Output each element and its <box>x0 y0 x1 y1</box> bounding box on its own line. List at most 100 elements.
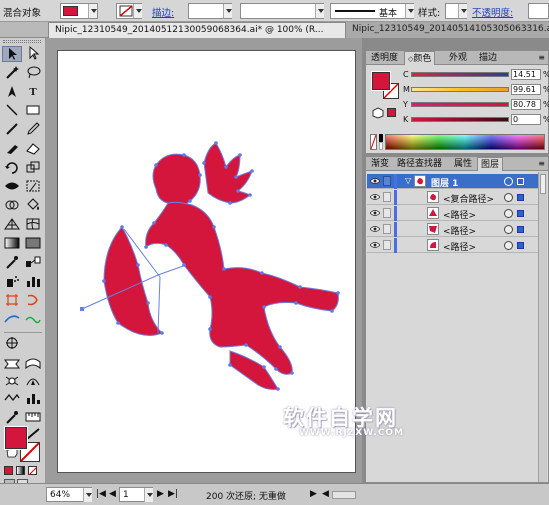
panel-menu-icon[interactable]: ≡ <box>538 159 545 168</box>
warp-tool[interactable] <box>23 357 43 373</box>
zoom-field[interactable]: 64% <box>46 487 92 502</box>
target-icon[interactable] <box>504 193 513 202</box>
eyedropper-tool[interactable] <box>2 255 22 271</box>
tab-gradient[interactable]: 渐变 <box>368 157 392 171</box>
free-transform-tool[interactable] <box>23 179 43 195</box>
tab-stroke[interactable]: 描边 <box>476 51 500 65</box>
perspective-grid-tool[interactable] <box>2 217 22 233</box>
last-artboard-button[interactable]: ▶| <box>168 489 178 499</box>
blend-tool[interactable] <box>23 255 43 271</box>
stroke-weight-field[interactable] <box>188 3 232 19</box>
gradient-button[interactable] <box>16 466 25 475</box>
selection-indicator[interactable] <box>517 178 524 185</box>
slider-m-track[interactable] <box>411 87 509 92</box>
selection-indicator[interactable] <box>517 194 524 201</box>
sublayer-row[interactable]: <路径> <box>367 238 547 253</box>
pencil-tool[interactable] <box>23 122 43 138</box>
lock-toggle[interactable] <box>383 240 391 250</box>
slider-y-value[interactable]: 80.78 <box>511 99 541 110</box>
color-button[interactable] <box>4 466 13 475</box>
rotate-tool[interactable] <box>2 160 22 176</box>
tab-layers[interactable]: 图层 <box>477 157 504 171</box>
fill-swatch[interactable] <box>4 426 28 450</box>
slider-m-value[interactable]: 99.61 <box>511 84 541 95</box>
tab-appearance[interactable]: 外观 <box>446 51 470 65</box>
color-spectrum[interactable] <box>385 134 545 150</box>
crosshair-tool[interactable] <box>2 336 22 352</box>
sublayer-row[interactable]: <路径> <box>367 206 547 221</box>
artboard-field[interactable]: 1 <box>119 487 153 502</box>
artboard-tool[interactable] <box>2 293 22 309</box>
panel-menu-icon[interactable]: ≡ <box>538 53 545 62</box>
rectangle-tool[interactable] <box>23 103 43 119</box>
none-swatch[interactable] <box>370 134 377 150</box>
tab-attributes[interactable]: 属性 <box>451 157 475 171</box>
doc-tab-2[interactable]: Nipic_12310549_20140514105305063316.ai* <box>346 22 549 38</box>
paintbrush-tool[interactable] <box>2 122 22 138</box>
layers-scrollbar[interactable] <box>538 172 547 482</box>
doc-tab-1[interactable]: Nipic_12310549_20140512130059068364.ai* … <box>48 22 346 38</box>
lock-toggle[interactable] <box>383 176 391 186</box>
out-of-gamut-swatch[interactable] <box>387 108 396 117</box>
target-icon[interactable] <box>504 177 513 186</box>
horizontal-scrollbar[interactable] <box>332 491 356 499</box>
pen-tool[interactable] <box>2 84 22 100</box>
magic-wand-tool[interactable] <box>2 65 22 81</box>
bloat-tool[interactable] <box>2 391 22 407</box>
fill-proxy[interactable] <box>371 71 391 91</box>
symbol-tool[interactable] <box>2 357 22 373</box>
white-swatch[interactable] <box>379 142 383 150</box>
symbol-sprayer-tool[interactable] <box>2 274 22 290</box>
lock-toggle[interactable] <box>383 192 391 202</box>
stroke-label[interactable]: 描边: <box>152 5 174 19</box>
tab-color[interactable]: ◇颜色 <box>404 51 436 65</box>
line-segment-tool[interactable] <box>2 103 22 119</box>
none-button[interactable] <box>28 466 37 475</box>
sublayer-row[interactable]: <复合路径> <box>367 190 547 205</box>
measure-tool[interactable] <box>23 410 43 426</box>
target-icon[interactable] <box>504 225 513 234</box>
blob-brush-tool[interactable] <box>2 141 22 157</box>
selection-tool[interactable] <box>2 46 22 62</box>
graph-tool[interactable] <box>23 391 43 407</box>
twirl-tool[interactable] <box>2 374 22 390</box>
layer-row[interactable]: ▽ 图层 1 <box>367 174 547 189</box>
direct-selection-tool[interactable] <box>23 45 43 62</box>
mesh-tool[interactable] <box>23 217 43 233</box>
slider-y-track[interactable] <box>411 102 509 107</box>
eye-icon[interactable] <box>370 209 380 217</box>
gradient-tool[interactable] <box>2 236 22 252</box>
eyedropper-tool-2[interactable] <box>2 410 22 426</box>
pucker-tool[interactable] <box>23 374 43 390</box>
lasso-tool[interactable] <box>23 65 43 81</box>
live-paint-bucket-tool[interactable] <box>23 198 43 214</box>
graphic-style-dropdown[interactable] <box>445 3 467 19</box>
slider-k-track[interactable] <box>411 117 509 122</box>
brush-definition[interactable]: 基本 <box>330 3 414 19</box>
stroke-color-dropdown[interactable] <box>116 3 142 19</box>
eye-icon[interactable] <box>370 193 380 201</box>
slider-k-value[interactable]: 0 <box>511 114 541 125</box>
column-graph-tool[interactable] <box>23 274 43 290</box>
slice-tool[interactable] <box>23 293 43 309</box>
width-tool[interactable] <box>2 179 22 195</box>
eraser-tool[interactable] <box>23 141 43 157</box>
target-icon[interactable] <box>504 241 513 250</box>
scale-tool[interactable] <box>23 160 43 176</box>
shape-builder-tool[interactable] <box>2 198 22 214</box>
lock-toggle[interactable] <box>383 224 391 234</box>
tab-transparency[interactable]: 透明度 <box>368 51 401 65</box>
knife-tool[interactable] <box>23 312 43 328</box>
panel-grip[interactable] <box>3 40 41 43</box>
fill-color-dropdown[interactable] <box>60 3 98 19</box>
selection-indicator[interactable] <box>517 226 524 233</box>
opacity-label[interactable]: 不透明度: <box>472 5 513 19</box>
status-menu-arrow[interactable]: ▶ <box>310 489 317 499</box>
variable-width-profile[interactable] <box>240 3 324 19</box>
scroll-left-arrow[interactable]: ◀ <box>322 489 329 499</box>
sublayer-row[interactable]: <路径> <box>367 222 547 237</box>
opacity-field[interactable] <box>528 3 549 19</box>
eye-icon[interactable] <box>370 241 380 249</box>
scrollbar-thumb[interactable] <box>540 174 546 194</box>
target-icon[interactable] <box>504 209 513 218</box>
